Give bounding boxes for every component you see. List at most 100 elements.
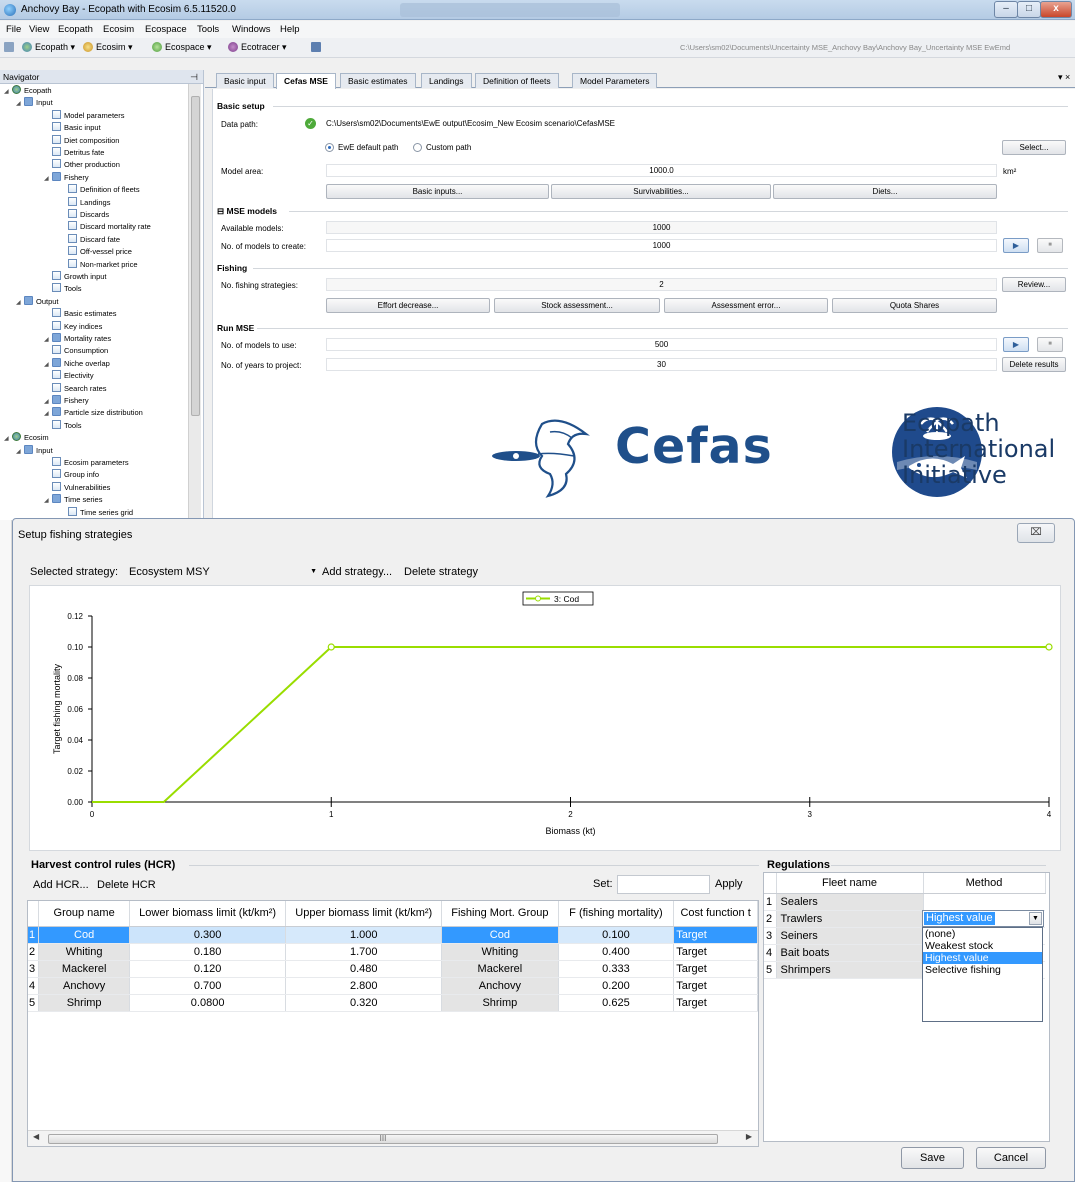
- menu-ecosim[interactable]: Ecosim: [103, 24, 134, 35]
- delete-results-button[interactable]: Delete results: [1002, 357, 1066, 372]
- maximize-button[interactable]: □: [1017, 1, 1041, 18]
- fleet-name-cell[interactable]: Trawlers: [776, 910, 924, 928]
- hcr-column-header[interactable]: F (fishing mortality): [558, 901, 675, 927]
- fleet-name-cell[interactable]: Shrimpers: [776, 961, 924, 979]
- hcr-column-header[interactable]: Cost function t: [673, 901, 758, 927]
- hcr-cell[interactable]: 3: [28, 960, 40, 978]
- nav-item[interactable]: Other production: [44, 159, 120, 171]
- hcr-cell[interactable]: 1.000: [285, 926, 443, 944]
- hcr-cell[interactable]: Anchovy: [441, 977, 559, 995]
- hcr-cell[interactable]: Shrimp: [38, 994, 130, 1012]
- navigator-scroll-thumb[interactable]: [191, 96, 200, 416]
- toolbar-ecotracer[interactable]: Ecotracer ▾: [228, 42, 287, 53]
- nav-item[interactable]: ◢ Fishery: [44, 395, 89, 407]
- hcr-cell[interactable]: 0.200: [558, 977, 675, 995]
- nav-item[interactable]: ◢ Ecosim: [4, 432, 49, 444]
- hcr-cell[interactable]: Whiting: [38, 943, 130, 961]
- hcr-cell[interactable]: 0.480: [285, 960, 443, 978]
- expand-arrow-icon[interactable]: ◢: [44, 408, 52, 420]
- nav-item[interactable]: Tools: [44, 283, 82, 295]
- regulations-column-header[interactable]: [764, 873, 777, 894]
- hcr-column-header[interactable]: [28, 901, 40, 927]
- nav-item[interactable]: Basic estimates: [44, 308, 117, 320]
- expand-arrow-icon[interactable]: ◢: [44, 173, 52, 185]
- nav-item[interactable]: ◢ Niche overlap: [44, 357, 110, 371]
- nav-item[interactable]: Diet composition: [44, 134, 119, 147]
- hcr-cell[interactable]: Anchovy: [38, 977, 130, 995]
- nav-item[interactable]: Landings: [60, 196, 110, 209]
- quota-shares-button[interactable]: Quota Shares: [832, 298, 997, 313]
- fleet-name-cell[interactable]: Seiners: [776, 927, 924, 945]
- apply-button[interactable]: Apply: [715, 878, 743, 890]
- hcr-cell[interactable]: 1.700: [285, 943, 443, 961]
- regulations-column-header[interactable]: Fleet name: [776, 873, 924, 894]
- nav-item[interactable]: Ecosim parameters: [44, 457, 129, 469]
- hcr-cell[interactable]: 0.120: [129, 960, 287, 978]
- menu-file[interactable]: File: [6, 24, 21, 35]
- regulations-column-header[interactable]: Method: [923, 873, 1046, 894]
- diets-button[interactable]: Diets...: [773, 184, 997, 199]
- regulations-row[interactable]: 1 Sealers: [764, 893, 1045, 911]
- nav-item[interactable]: Time series grid: [60, 506, 133, 519]
- hcr-cell[interactable]: 0.400: [558, 943, 675, 961]
- hcr-cell[interactable]: 1: [28, 926, 40, 944]
- strategy-dropdown[interactable]: Ecosystem MSY ▼: [127, 564, 317, 580]
- hcr-cell[interactable]: 0.625: [558, 994, 675, 1012]
- save-button[interactable]: Save: [901, 1147, 964, 1169]
- hcr-cell[interactable]: Target: [673, 960, 758, 978]
- hcr-cell[interactable]: Cod: [441, 926, 559, 944]
- hcr-scroll-thumb[interactable]: III: [48, 1134, 718, 1144]
- review-button[interactable]: Review...: [1002, 277, 1066, 292]
- nav-item[interactable]: Model parameters: [44, 109, 124, 122]
- hcr-cell[interactable]: Whiting: [441, 943, 559, 961]
- hcr-cell[interactable]: 4: [28, 977, 40, 995]
- toolbar-ecopath[interactable]: Ecopath ▾: [22, 42, 75, 53]
- hcr-cell[interactable]: 0.180: [129, 943, 287, 961]
- toolbar-save-as-icon[interactable]: [311, 42, 324, 52]
- expand-arrow-icon[interactable]: ◢: [16, 297, 24, 309]
- nav-item[interactable]: ◢ Time series: [44, 494, 102, 506]
- stock-assessment-button[interactable]: Stock assessment...: [494, 298, 660, 313]
- nav-item[interactable]: Off-vessel price: [60, 246, 132, 258]
- hcr-cell[interactable]: Shrimp: [441, 994, 559, 1012]
- hcr-cell[interactable]: 0.320: [285, 994, 443, 1012]
- nav-item[interactable]: Discard mortality rate: [60, 221, 151, 233]
- dialog-close-button[interactable]: ⌧: [1017, 523, 1055, 543]
- menu-help[interactable]: Help: [280, 24, 300, 35]
- nav-item[interactable]: Basic input: [44, 122, 101, 134]
- method-cell[interactable]: [923, 893, 1045, 911]
- hcr-row[interactable]: 4 Anchovy 0.700 2.800 Anchovy 0.200 Target: [28, 977, 758, 995]
- model-area-field[interactable]: 1000.0: [326, 164, 997, 177]
- expand-arrow-icon[interactable]: ◢: [4, 86, 12, 98]
- hcr-cell[interactable]: 2.800: [285, 977, 443, 995]
- nav-item[interactable]: ◢ Input: [16, 97, 53, 109]
- hcr-cell[interactable]: Target: [673, 977, 758, 995]
- survivabilities-button[interactable]: Survivabilities...: [551, 184, 771, 199]
- expand-arrow-icon[interactable]: ◢: [44, 334, 52, 346]
- hcr-row[interactable]: 1 Cod 0.300 1.000 Cod 0.100 Target: [28, 926, 758, 944]
- create-models-stop-button[interactable]: ■: [1037, 238, 1063, 253]
- expand-arrow-icon[interactable]: ◢: [4, 433, 12, 445]
- nav-item[interactable]: ◢ Input: [16, 444, 53, 457]
- menu-tools[interactable]: Tools: [197, 24, 219, 35]
- hcr-column-header[interactable]: Upper biomass limit (kt/km²): [285, 901, 443, 927]
- nav-item[interactable]: Vulnerabilities: [44, 481, 110, 494]
- nav-item[interactable]: ◢ Fishery: [44, 171, 89, 185]
- hcr-cell[interactable]: Target: [673, 943, 758, 961]
- years-to-project-field[interactable]: 30: [326, 358, 997, 371]
- add-strategy-button[interactable]: Add strategy...: [322, 566, 392, 578]
- hcr-cell[interactable]: 2: [28, 943, 40, 961]
- add-hcr-button[interactable]: Add HCR...: [33, 879, 89, 891]
- expand-arrow-icon[interactable]: ◢: [44, 495, 52, 507]
- nav-item[interactable]: Tools: [44, 419, 82, 432]
- expand-arrow-icon[interactable]: ◢: [44, 359, 52, 371]
- models-to-create-field[interactable]: 1000: [326, 239, 997, 252]
- effort-decrease-button[interactable]: Effort decrease...: [326, 298, 490, 313]
- tab-basic-input[interactable]: Basic input: [216, 73, 274, 88]
- nav-item[interactable]: Group info: [44, 469, 99, 481]
- menu-ecopath[interactable]: Ecopath: [58, 24, 93, 35]
- hcr-cell[interactable]: 0.300: [129, 926, 287, 944]
- toolbar-ecospace[interactable]: Ecospace ▾: [152, 42, 212, 53]
- scroll-right-icon[interactable]: ▶: [746, 1132, 752, 1141]
- hcr-row[interactable]: 2 Whiting 0.180 1.700 Whiting 0.400 Target: [28, 943, 758, 961]
